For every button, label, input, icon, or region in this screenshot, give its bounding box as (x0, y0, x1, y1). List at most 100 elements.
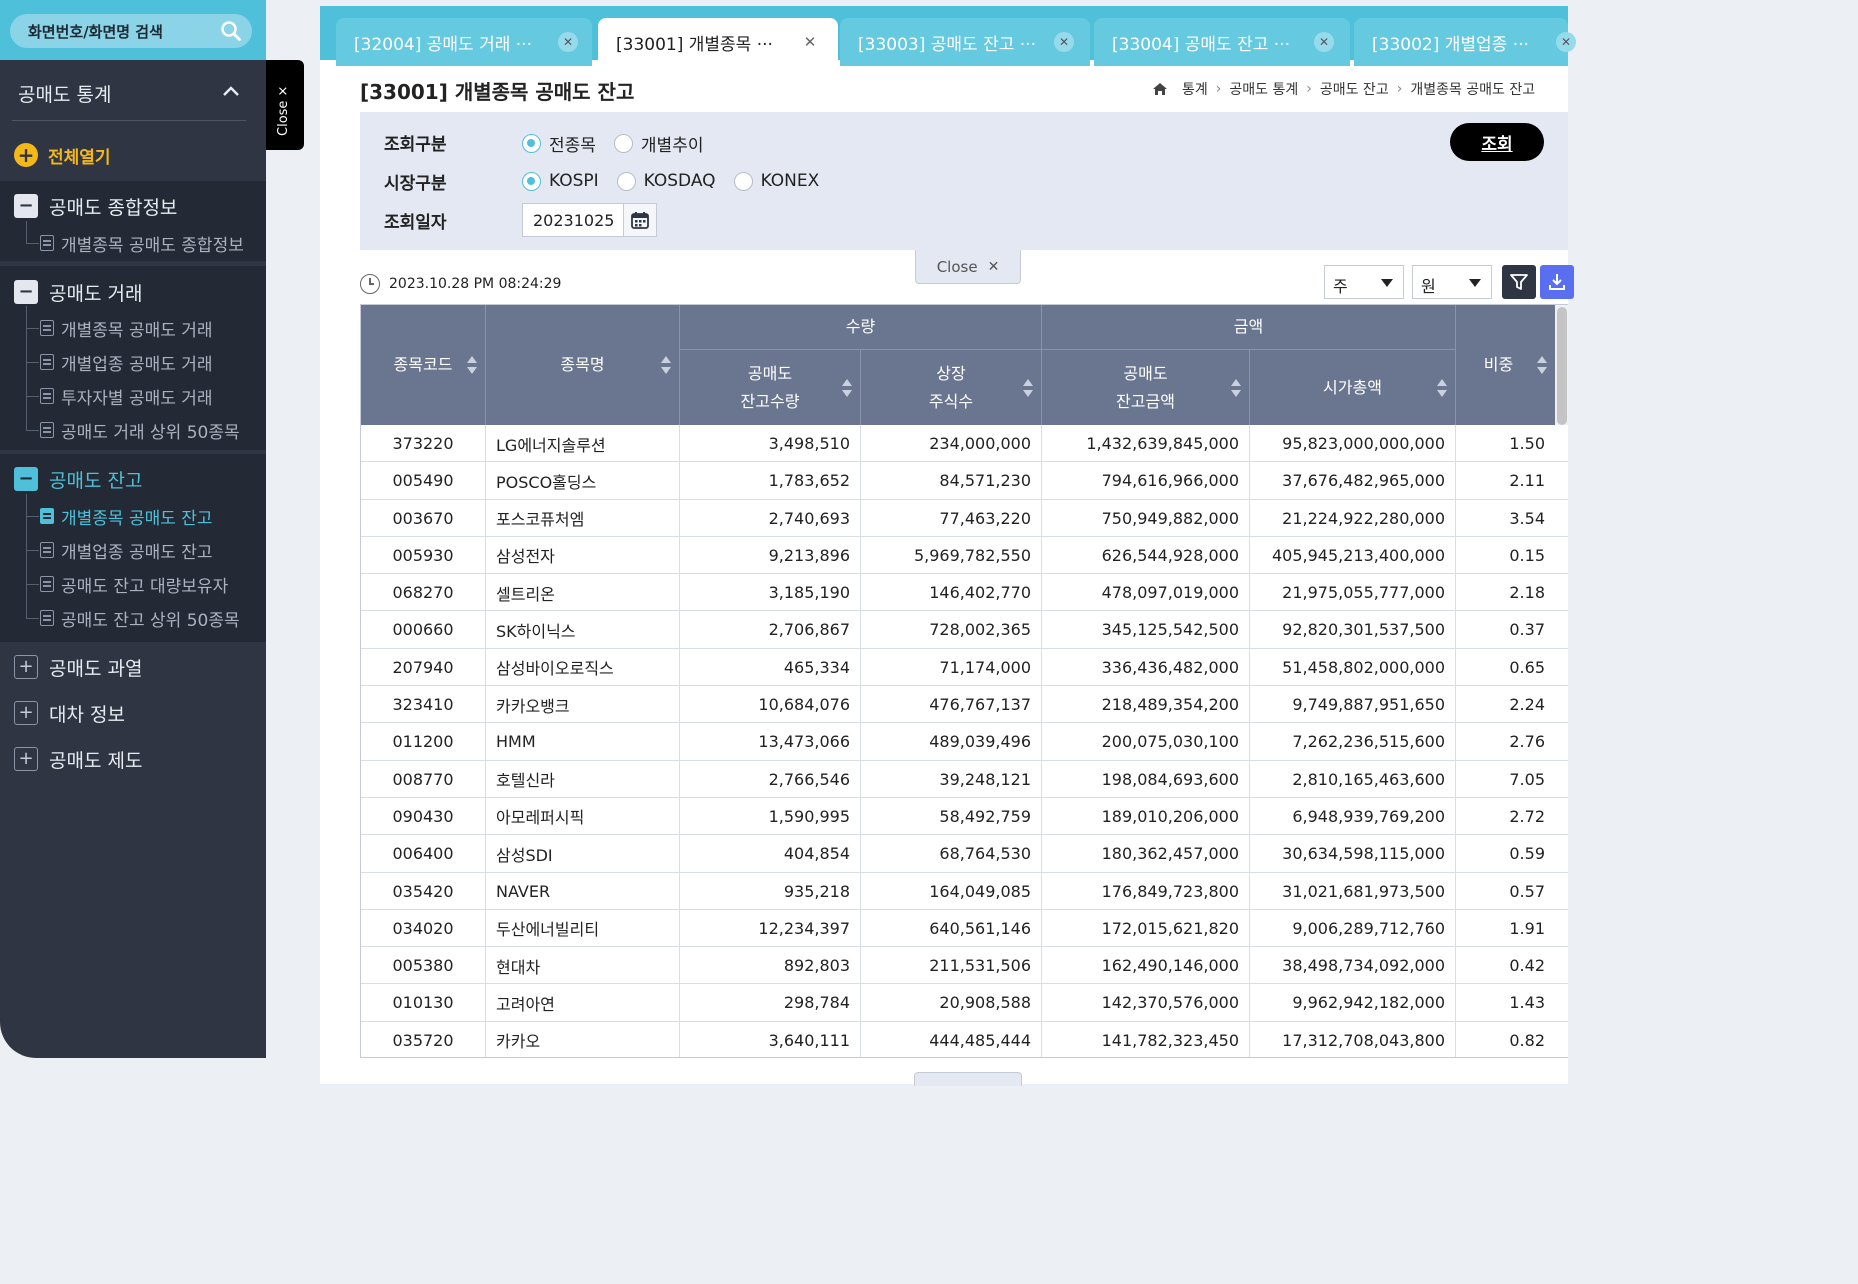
cell-code: 006400 (361, 835, 486, 873)
table-row[interactable]: 068270 셀트리온 3,185,190 146,402,770 478,097,01… (361, 574, 1568, 612)
sidebar-item-summary[interactable]: − 공매도 종합정보 (14, 193, 177, 219)
header-label: 공매도 (1123, 363, 1168, 383)
sidebar-subitem[interactable]: 개별업종 공매도 잔고 (26, 539, 213, 563)
search-bar: 화면번호/화면명 검색 (0, 0, 266, 60)
header-label: 시가총액 (1323, 377, 1382, 397)
close-icon[interactable]: ✕ (800, 32, 820, 52)
table-row[interactable]: 000660 SK하이닉스 2,706,867 728,002,365 345,125,… (361, 611, 1568, 649)
download-button[interactable] (1540, 265, 1574, 299)
radio-kospi[interactable]: KOSPI (522, 171, 599, 191)
group-label: 금액 (1233, 317, 1264, 336)
tab-33004[interactable]: [33004] 공매도 잔고 ··· ✕ (1094, 18, 1350, 66)
table-row[interactable]: 034020 두산에너빌리티 12,234,397 640,561,146 172,01… (361, 909, 1568, 948)
table-scrollbar[interactable] (1555, 305, 1568, 425)
sidebar-subitem[interactable]: 공매도 잔고 상위 50종목 (26, 607, 240, 631)
col-header-name[interactable]: 종목명 (486, 305, 680, 425)
cell-ratio: 0.65 (1509, 657, 1545, 677)
sidebar-item-lending[interactable]: + 대차 정보 (14, 700, 125, 726)
menu-search-input[interactable]: 화면번호/화면명 검색 (10, 14, 252, 48)
col-header-market-cap[interactable]: 시가총액 (1250, 350, 1456, 425)
table-row[interactable]: 373220 LG에너지솔루션 3,498,510 234,000,000 1,432,… (361, 425, 1568, 463)
table-row[interactable]: 005380 현대차 892,803 211,531,506 162,490,146,0… (361, 947, 1568, 985)
breadcrumb-item[interactable]: 공매도 통계 (1229, 79, 1298, 99)
table-row[interactable]: 035420 NAVER 935,218 164,049,085 176,849,723… (361, 872, 1568, 910)
table-row[interactable]: 003670 포스코퓨처엠 2,740,693 77,463,220 750,949,8… (361, 499, 1568, 537)
filter-close-button[interactable]: Close ✕ (915, 250, 1021, 284)
radio-kosdaq[interactable]: KOSDAQ (616, 171, 716, 191)
cell-name: 셀트리온 (486, 574, 680, 612)
sidebar-item-overheat[interactable]: + 공매도 과열 (14, 654, 142, 680)
tab-33002[interactable]: [33002] 개별업종 ··· ✕ (1354, 18, 1576, 66)
document-icon (40, 354, 54, 370)
cell-short-amount: 336,436,482,000 (1042, 648, 1250, 686)
cell-short-qty: 12,234,397 (680, 909, 861, 947)
date-value: 20231025 (533, 211, 615, 230)
chevron-up-icon[interactable] (222, 84, 240, 98)
close-icon[interactable]: ✕ (1054, 32, 1074, 52)
col-header-code[interactable]: 종목코드 (361, 305, 486, 425)
table-row[interactable]: 010130 고려아연 298,784 20,908,588 142,370,576,0… (361, 984, 1568, 1022)
sidebar-item-trade[interactable]: − 공매도 거래 (14, 279, 142, 305)
unit-shares-select[interactable]: 주 (1324, 265, 1404, 299)
cell-market-cap: 30,634,598,115,000 (1250, 835, 1456, 873)
col-header-listed-shares[interactable]: 상장 주식수 (861, 350, 1042, 425)
table-row[interactable]: 006400 삼성SDI 404,854 68,764,530 180,362,457,… (361, 835, 1568, 873)
calendar-icon[interactable] (623, 204, 656, 236)
sidebar-subitem[interactable]: 투자자별 공매도 거래 (26, 385, 213, 409)
table-row[interactable]: 005930 삼성전자 9,213,896 5,969,782,550 626,544,… (361, 536, 1568, 575)
cell-name: 삼성SDI (486, 835, 680, 873)
table-row[interactable]: 011200 HMM 13,473,066 489,039,496 200,075,03… (361, 723, 1568, 761)
breadcrumb-item[interactable]: 공매도 잔고 (1320, 79, 1389, 99)
sidebar-close-button[interactable]: Close × (266, 60, 304, 150)
tab-33003[interactable]: [33003] 공매도 잔고 ··· ✕ (840, 18, 1090, 66)
sidebar-subitem[interactable]: 개별종목 공매도 거래 (26, 317, 213, 341)
close-icon[interactable]: ✕ (558, 32, 578, 52)
tab-33001[interactable]: [33001] 개별종목 ··· ✕ (598, 18, 838, 66)
tabs-bar: [32004] 공매도 거래 ··· ✕ [33001] 개별종목 ··· ✕ … (320, 0, 1576, 66)
col-header-short-qty[interactable]: 공매도 잔고수량 (680, 350, 861, 425)
col-header-ratio[interactable]: 비중 (1456, 305, 1555, 425)
sidebar-item-system[interactable]: + 공매도 제도 (14, 746, 142, 772)
sidebar-subitem-active[interactable]: 개별종목 공매도 잔고 (26, 505, 213, 529)
sidebar-subitem[interactable]: 개별업종 공매도 거래 (26, 351, 213, 375)
table-row[interactable]: 005490 POSCO홀딩스 1,783,652 84,571,230 794,616… (361, 462, 1568, 500)
tab-label: [33001] 개별종목 ··· (616, 35, 773, 55)
sort-icon (1537, 356, 1547, 374)
cell-short-qty: 935,218 (680, 872, 861, 910)
date-input[interactable]: 20231025 (522, 203, 657, 237)
select-value: 주 (1333, 277, 1348, 296)
close-icon[interactable]: ✕ (1314, 32, 1334, 52)
table-row[interactable]: 090430 아모레퍼시픽 1,590,995 58,492,759 189,010,2… (361, 797, 1568, 836)
filter-button[interactable] (1502, 265, 1536, 299)
radio-individual-trend[interactable]: 개별추이 (613, 131, 703, 156)
unit-currency-select[interactable]: 원 (1412, 265, 1492, 299)
cell-code: 035420 (361, 872, 486, 910)
document-icon (40, 542, 54, 558)
cell-name: LG에너지솔루션 (486, 425, 680, 462)
tab-32004[interactable]: [32004] 공매도 거래 ··· ✕ (336, 18, 592, 66)
query-button[interactable]: 조회 (1450, 123, 1544, 161)
breadcrumb-item[interactable]: 통계 (1182, 79, 1208, 99)
sidebar-subitem[interactable]: 공매도 거래 상위 50종목 (26, 419, 240, 443)
sidebar-subitem[interactable]: 공매도 잔고 대량보유자 (26, 573, 228, 597)
bottom-toggle-handle[interactable] (914, 1072, 1022, 1086)
radio-konex[interactable]: KONEX (733, 171, 819, 191)
cell-ratio: 2.72 (1509, 806, 1545, 826)
cell-code: 011200 (361, 723, 486, 761)
radio-all-stocks[interactable]: 전종목 (522, 131, 596, 156)
sidebar-section-summary: − 공매도 종합정보 개별종목 공매도 종합정보 (0, 181, 266, 261)
cell-short-qty: 2,706,867 (680, 611, 861, 649)
table-row[interactable]: 035720 카카오 3,640,111 444,485,444 141,782,323… (361, 1021, 1568, 1057)
table-row[interactable]: 207940 삼성바이오로직스 465,334 71,174,000 336,436,4… (361, 648, 1568, 687)
sidebar-subitem[interactable]: 개별종목 공매도 종합정보 (26, 232, 244, 256)
sidebar-item-balance[interactable]: − 공매도 잔고 (14, 466, 142, 492)
search-icon[interactable] (220, 20, 242, 42)
close-icon[interactable]: ✕ (1556, 32, 1576, 52)
table-row[interactable]: 323410 카카오뱅크 10,684,076 476,767,137 218,489,… (361, 686, 1568, 724)
home-icon[interactable] (1152, 82, 1168, 96)
col-header-short-amount[interactable]: 공매도 잔고금액 (1042, 350, 1250, 425)
open-all-button[interactable]: + 전체열기 (14, 142, 111, 168)
cell-listed-shares: 211,531,506 (861, 947, 1042, 985)
header-label: 공매도 (747, 363, 793, 383)
table-row[interactable]: 008770 호텔신라 2,766,546 39,248,121 198,084,693… (361, 760, 1568, 798)
